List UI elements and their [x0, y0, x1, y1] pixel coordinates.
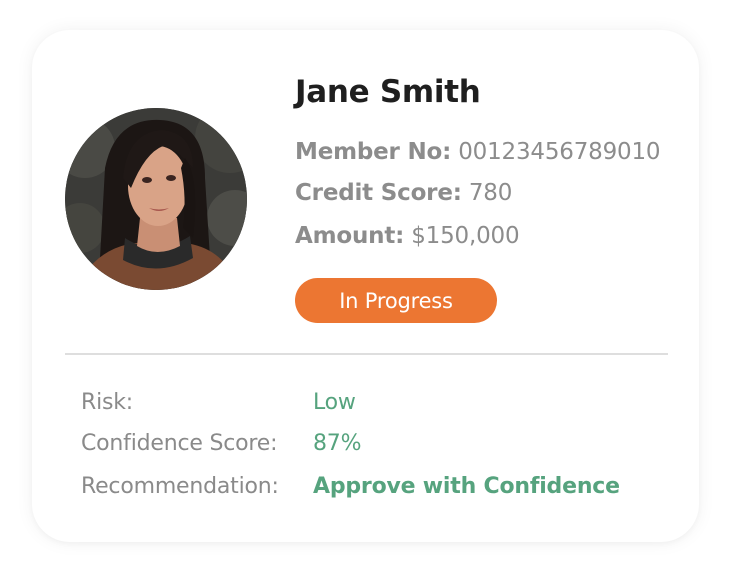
- applicant-card: Jane Smith Member No: 00123456789010 Cre…: [32, 30, 699, 542]
- status-badge[interactable]: In Progress: [295, 278, 497, 323]
- recommendation-label: Recommendation:: [81, 474, 279, 499]
- recommendation-value: Approve with Confidence: [313, 474, 620, 499]
- applicant-name: Jane Smith: [295, 74, 481, 110]
- credit-score-value: 780: [468, 180, 513, 206]
- risk-label: Risk:: [81, 390, 134, 415]
- amount-value: $150,000: [411, 223, 520, 249]
- confidence-score-value: 87%: [313, 431, 362, 456]
- member-number-value: 00123456789010: [458, 139, 661, 165]
- member-number-label: Member No:: [295, 139, 452, 165]
- credit-score: Credit Score: 780: [295, 180, 512, 206]
- member-number: Member No: 00123456789010: [295, 139, 661, 165]
- page: Jane Smith Member No: 00123456789010 Cre…: [0, 0, 731, 582]
- amount: Amount: $150,000: [295, 223, 520, 249]
- confidence-score-label: Confidence Score:: [81, 431, 278, 456]
- divider: [65, 353, 668, 355]
- credit-score-label: Credit Score:: [295, 180, 462, 206]
- amount-label: Amount:: [295, 223, 405, 249]
- risk-value: Low: [313, 390, 356, 415]
- avatar-photo: [65, 108, 247, 290]
- avatar: [65, 108, 247, 290]
